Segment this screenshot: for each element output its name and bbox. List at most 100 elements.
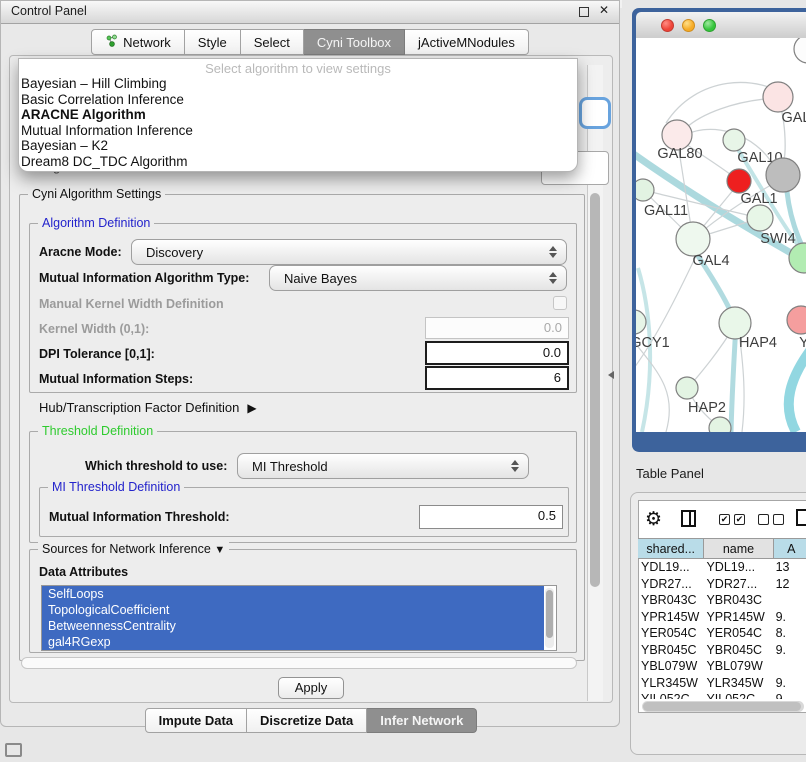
tab-impute-data[interactable]: Impute Data xyxy=(145,708,247,733)
table-cell: YDL19... xyxy=(638,560,704,577)
network-node-hap2[interactable] xyxy=(676,377,698,399)
network-node[interactable] xyxy=(709,417,731,432)
hub-definition-toggle[interactable]: Hub/Transcription Factor Definition▶ xyxy=(39,400,257,415)
control-panel-titlebar: Control Panel ✕ xyxy=(1,1,619,24)
minimize-traffic-light-icon[interactable] xyxy=(682,19,695,32)
mi-threshold-field[interactable]: 0.5 xyxy=(419,505,563,529)
dropdown-item[interactable]: Mutual Information Inference xyxy=(19,123,577,139)
tab-label: Cyni Toolbox xyxy=(317,35,391,50)
data-attribute-item[interactable]: TopologicalCoefficient xyxy=(42,602,544,618)
mi-type-select[interactable]: Naive Bayes xyxy=(269,265,567,291)
sources-title-label: Sources for Network Inference xyxy=(42,542,211,556)
network-canvas[interactable]: GALGAL80GAL10GAL1GAL11GAL4SWI4GCY1HAP4YH… xyxy=(636,38,806,432)
horizontal-scrollbar[interactable] xyxy=(21,657,577,669)
gear-icon[interactable]: ⚙ xyxy=(645,508,662,531)
split-pane-collapse-icon[interactable] xyxy=(608,371,614,379)
list-scrollbar-thumb[interactable] xyxy=(546,590,553,638)
zoom-traffic-light-icon[interactable] xyxy=(703,19,716,32)
column-header[interactable]: shared... xyxy=(638,538,704,559)
network-node-gal11[interactable] xyxy=(636,179,654,201)
tab-jactivemnodules[interactable]: jActiveMNodules xyxy=(405,29,529,55)
unchecked-checkbox-icon[interactable] xyxy=(758,514,769,525)
aracne-mode-select[interactable]: Discovery xyxy=(131,239,567,265)
network-node[interactable] xyxy=(794,38,806,63)
table-row[interactable]: YBR043CYBR043C xyxy=(638,593,806,610)
dropdown-placeholder: Select algorithm to view settings xyxy=(19,59,577,76)
table-row[interactable]: YLR345WYLR345W9. xyxy=(638,676,806,693)
tab-style[interactable]: Style xyxy=(185,29,241,55)
manual-kernel-label: Manual Kernel Width Definition xyxy=(39,297,224,311)
dropdown-item[interactable]: Dream8 DC_TDC Algorithm xyxy=(19,154,577,170)
table-body: YDL19...YDL19...13YDR27...YDR27...12YBR0… xyxy=(638,560,806,699)
tab-network[interactable]: Network xyxy=(91,29,185,55)
dpi-tolerance-field[interactable]: 0.0 xyxy=(425,341,569,365)
table-row[interactable]: YBL079WYBL079W xyxy=(638,659,806,676)
float-window-icon[interactable] xyxy=(579,7,589,17)
table-row[interactable]: YDL19...YDL19...13 xyxy=(638,560,806,577)
column-header[interactable]: A xyxy=(774,538,806,559)
network-node-gcy1[interactable] xyxy=(636,310,646,334)
network-node-gal10[interactable] xyxy=(723,129,745,151)
checked-checkbox-icon[interactable]: ✔ xyxy=(719,514,730,525)
network-node[interactable] xyxy=(766,158,800,192)
table-cell: 9. xyxy=(774,643,806,660)
table-cell: YBL079W xyxy=(638,659,704,676)
column-header[interactable]: name xyxy=(704,538,773,559)
network-icon xyxy=(105,34,118,50)
apply-button[interactable]: Apply xyxy=(278,677,344,699)
network-node-gal[interactable] xyxy=(763,82,793,112)
dropdown-item[interactable]: ARACNE Algorithm xyxy=(19,107,577,123)
data-attributes-list[interactable]: SelfLoopsTopologicalCoefficientBetweenne… xyxy=(41,585,557,651)
dropdown-item[interactable]: Basic Correlation Inference xyxy=(19,92,577,108)
network-graph: GALGAL80GAL10GAL1GAL11GAL4SWI4GCY1HAP4YH… xyxy=(636,38,806,432)
columns-icon[interactable] xyxy=(681,510,696,527)
threshold-definition-title: Threshold Definition xyxy=(38,424,157,438)
close-icon[interactable]: ✕ xyxy=(599,3,609,17)
tab-select[interactable]: Select xyxy=(241,29,304,55)
dropdown-item[interactable]: Bayesian – Hill Climbing xyxy=(19,76,577,92)
table-cell: 8. xyxy=(774,626,806,643)
network-window-titlebar[interactable] xyxy=(636,12,806,39)
network-node-gal4[interactable] xyxy=(676,222,710,256)
network-node-y[interactable] xyxy=(787,306,806,334)
mi-steps-field[interactable]: 6 xyxy=(425,366,569,390)
network-node-gal1[interactable] xyxy=(747,205,773,231)
tab-label: jActiveMNodules xyxy=(418,35,515,50)
data-attribute-item[interactable]: gal4RGexp xyxy=(42,634,544,650)
new-table-icon[interactable] xyxy=(796,509,806,526)
manual-kernel-checkbox[interactable] xyxy=(553,296,567,310)
table-row[interactable]: YER054CYER054C8. xyxy=(638,626,806,643)
table-row[interactable]: YDR27...YDR27...12 xyxy=(638,577,806,594)
tab-discretize-data[interactable]: Discretize Data xyxy=(247,708,367,733)
node-label: Y xyxy=(799,335,806,351)
which-threshold-select[interactable]: MI Threshold xyxy=(237,453,529,479)
network-node[interactable] xyxy=(727,169,751,193)
dropdown-item[interactable]: Bayesian – K2 xyxy=(19,138,577,154)
table-cell: YBL079W xyxy=(704,659,773,676)
tab-infer-network[interactable]: Infer Network xyxy=(367,708,477,733)
table-cell xyxy=(774,593,806,610)
tab-cyni-toolbox[interactable]: Cyni Toolbox xyxy=(304,29,405,55)
table-row[interactable]: YPR145WYPR145W9. xyxy=(638,610,806,627)
table-row[interactable]: YIL052CYIL052C9 xyxy=(638,692,806,699)
unchecked-checkbox-icon[interactable] xyxy=(773,514,784,525)
checked-checkbox-icon[interactable]: ✔ xyxy=(734,514,745,525)
panel-scrollbar-thumb[interactable] xyxy=(590,193,600,587)
data-attribute-item[interactable]: BetweennessCentrality xyxy=(42,618,544,634)
table-row[interactable]: YBR045CYBR045C9. xyxy=(638,643,806,660)
table-cell: YBR045C xyxy=(638,643,704,660)
list-scrollbar-track[interactable] xyxy=(545,588,554,648)
table-hscroll-thumb[interactable] xyxy=(643,702,801,711)
network-view-window: GALGAL80GAL10GAL1GAL11GAL4SWI4GCY1HAP4YH… xyxy=(632,8,806,452)
network-node-swi4[interactable] xyxy=(789,243,806,273)
data-attribute-item[interactable]: SelfLoops xyxy=(42,586,544,602)
sources-title[interactable]: Sources for Network Inference ▼ xyxy=(38,542,229,556)
close-traffic-light-icon[interactable] xyxy=(661,19,674,32)
minimized-panel-icon[interactable] xyxy=(5,743,22,757)
table-horizontal-scrollbar[interactable] xyxy=(642,701,804,712)
table-cell: YER054C xyxy=(704,626,773,643)
kernel-width-field[interactable]: 0.0 xyxy=(425,317,569,339)
tab-label: Select xyxy=(254,35,290,50)
hidden-focused-combo-fragment[interactable] xyxy=(579,97,611,129)
aracne-mode-value: Discovery xyxy=(132,245,544,260)
